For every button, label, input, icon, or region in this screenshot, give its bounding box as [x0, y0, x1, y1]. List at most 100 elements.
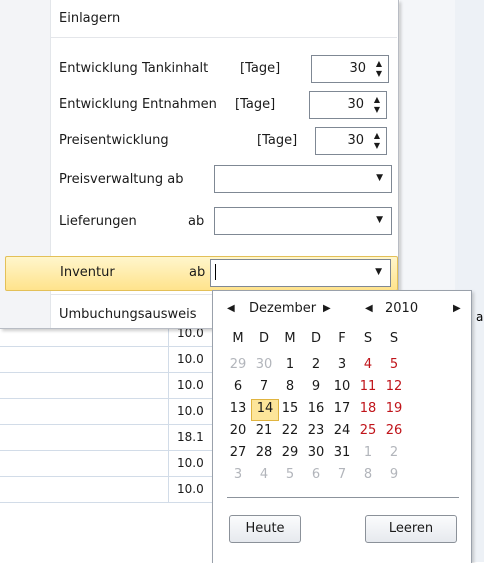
- table-row: 10.0: [0, 398, 212, 425]
- weekday-label: F: [338, 331, 346, 346]
- calendar-day[interactable]: 2: [303, 355, 329, 375]
- calendar-day[interactable]: 8: [277, 377, 303, 397]
- menu-separator: [51, 37, 397, 38]
- calendar-day[interactable]: 4: [251, 465, 277, 485]
- calendar-day[interactable]: 29: [225, 355, 251, 375]
- menu-item-inventur[interactable]: Inventur ab ▼: [5, 256, 398, 291]
- inventur-date-combo[interactable]: ▼: [210, 259, 391, 287]
- calendar-day[interactable]: 25: [355, 421, 381, 441]
- date-combo[interactable]: ▼: [214, 207, 392, 235]
- menu-item-label: Preisentwicklung: [59, 133, 169, 148]
- calendar-day[interactable]: 14: [251, 399, 279, 421]
- menu-item-label: Umbuchungsausweis: [59, 307, 197, 322]
- table-cell-value: 10.0: [177, 352, 204, 366]
- clear-button[interactable]: Leeren: [365, 515, 457, 543]
- chevron-down-icon[interactable]: ▼: [376, 215, 383, 225]
- spin-down-icon[interactable]: ▼: [376, 69, 382, 78]
- next-year-icon[interactable]: ▶: [453, 303, 461, 314]
- spin-up-icon[interactable]: ▲: [374, 131, 380, 140]
- calendar-day[interactable]: 21: [251, 421, 277, 441]
- calendar-day[interactable]: 10: [329, 377, 355, 397]
- year-label[interactable]: 2010: [385, 301, 418, 316]
- menu-item-label: Inventur: [60, 265, 115, 280]
- calendar-day[interactable]: 8: [355, 465, 381, 485]
- calendar-divider: [227, 497, 459, 498]
- unit-label: [Tage]: [257, 133, 298, 148]
- today-button[interactable]: Heute: [229, 515, 301, 543]
- calendar-day[interactable]: 7: [251, 377, 277, 397]
- weekday-label: M: [232, 331, 244, 346]
- calendar-day[interactable]: 5: [381, 355, 407, 375]
- calendar-day[interactable]: 19: [381, 399, 407, 419]
- calendar-day[interactable]: 20: [225, 421, 251, 441]
- calendar-day[interactable]: 26: [381, 421, 407, 441]
- days-spinner[interactable]: 30 ▲ ▼: [309, 91, 387, 119]
- table-cell-value: 10.0: [177, 456, 204, 470]
- menu-item-einlagern[interactable]: Einlagern: [51, 0, 397, 37]
- options-menu: Einlagern Entwicklung Tankinhalt [Tage] …: [0, 0, 399, 329]
- weekday-label: S: [363, 331, 373, 346]
- menu-item-preisentwicklung[interactable]: Preisentwicklung [Tage] 30 ▲ ▼: [51, 124, 397, 161]
- table-row: 18.1: [0, 424, 212, 451]
- calendar-day[interactable]: 11: [355, 377, 381, 397]
- chevron-down-icon[interactable]: ▼: [376, 173, 383, 183]
- calendar-day[interactable]: 4: [355, 355, 381, 375]
- calendar-day[interactable]: 17: [329, 399, 355, 419]
- calendar-day[interactable]: 3: [225, 465, 251, 485]
- prev-year-icon[interactable]: ◀: [365, 303, 373, 314]
- calendar-day[interactable]: 1: [355, 443, 381, 463]
- calendar-day[interactable]: 30: [251, 355, 277, 375]
- table-row: 10.0: [0, 450, 212, 477]
- table-cell-value: 10.0: [177, 404, 204, 418]
- menu-item-entwicklung-entnahmen[interactable]: Entwicklung Entnahmen [Tage] 30 ▲ ▼: [51, 88, 397, 125]
- calendar-day[interactable]: 31: [329, 443, 355, 463]
- weekday-label: D: [258, 331, 269, 346]
- weekday-label: S: [389, 331, 399, 346]
- calendar-day[interactable]: 24: [329, 421, 355, 441]
- menu-item-entwicklung-tankinhalt[interactable]: Entwicklung Tankinhalt [Tage] 30 ▲ ▼: [51, 52, 397, 89]
- calendar-day[interactable]: 13: [225, 399, 251, 419]
- calendar-day[interactable]: 5: [277, 465, 303, 485]
- calendar-day[interactable]: 16: [303, 399, 329, 419]
- calendar-day[interactable]: 12: [381, 377, 407, 397]
- calendar-day[interactable]: 1: [277, 355, 303, 375]
- spin-up-icon[interactable]: ▲: [374, 95, 380, 104]
- calendar-day[interactable]: 18: [355, 399, 381, 419]
- unit-label: [Tage]: [235, 97, 276, 112]
- weekday-label: M: [284, 331, 296, 346]
- calendar-day[interactable]: 15: [277, 399, 303, 419]
- prev-month-icon[interactable]: ◀: [227, 303, 235, 314]
- calendar-day[interactable]: 23: [303, 421, 329, 441]
- calendar-day[interactable]: 7: [329, 465, 355, 485]
- calendar-day[interactable]: 2: [381, 443, 407, 463]
- date-combo[interactable]: ▼: [214, 165, 392, 193]
- table-cell-value: 18.1: [177, 430, 204, 444]
- calendar-day[interactable]: 9: [381, 465, 407, 485]
- next-month-icon[interactable]: ▶: [323, 303, 331, 314]
- month-label[interactable]: Dezember: [249, 301, 316, 316]
- spin-down-icon[interactable]: ▼: [374, 105, 380, 114]
- menu-item-lieferungen[interactable]: Lieferungen ab ▼: [51, 202, 397, 239]
- days-spinner[interactable]: 30 ▲ ▼: [315, 127, 387, 155]
- menu-item-preisverwaltung[interactable]: Preisverwaltung ab ▼: [51, 160, 397, 197]
- table-cell: 10.0: [168, 372, 213, 398]
- calendar-day[interactable]: 22: [277, 421, 303, 441]
- menu-item-label: Einlagern: [59, 11, 121, 26]
- calendar-day[interactable]: 9: [303, 377, 329, 397]
- table-row: 10.0: [0, 476, 212, 503]
- clipped-column-text: a: [476, 310, 484, 324]
- spin-up-icon[interactable]: ▲: [376, 59, 382, 68]
- chevron-down-icon[interactable]: ▼: [375, 267, 382, 277]
- spinner-value: 30: [347, 133, 364, 148]
- table-cell-value: 10.0: [177, 482, 204, 496]
- calendar-day[interactable]: 6: [303, 465, 329, 485]
- calendar-day[interactable]: 30: [303, 443, 329, 463]
- days-spinner[interactable]: 30 ▲ ▼: [311, 55, 389, 83]
- spin-down-icon[interactable]: ▼: [374, 141, 380, 150]
- table-cell: 18.1: [168, 424, 213, 450]
- calendar-day[interactable]: 29: [277, 443, 303, 463]
- calendar-day[interactable]: 3: [329, 355, 355, 375]
- calendar-day[interactable]: 28: [251, 443, 277, 463]
- calendar-day[interactable]: 6: [225, 377, 251, 397]
- calendar-day[interactable]: 27: [225, 443, 251, 463]
